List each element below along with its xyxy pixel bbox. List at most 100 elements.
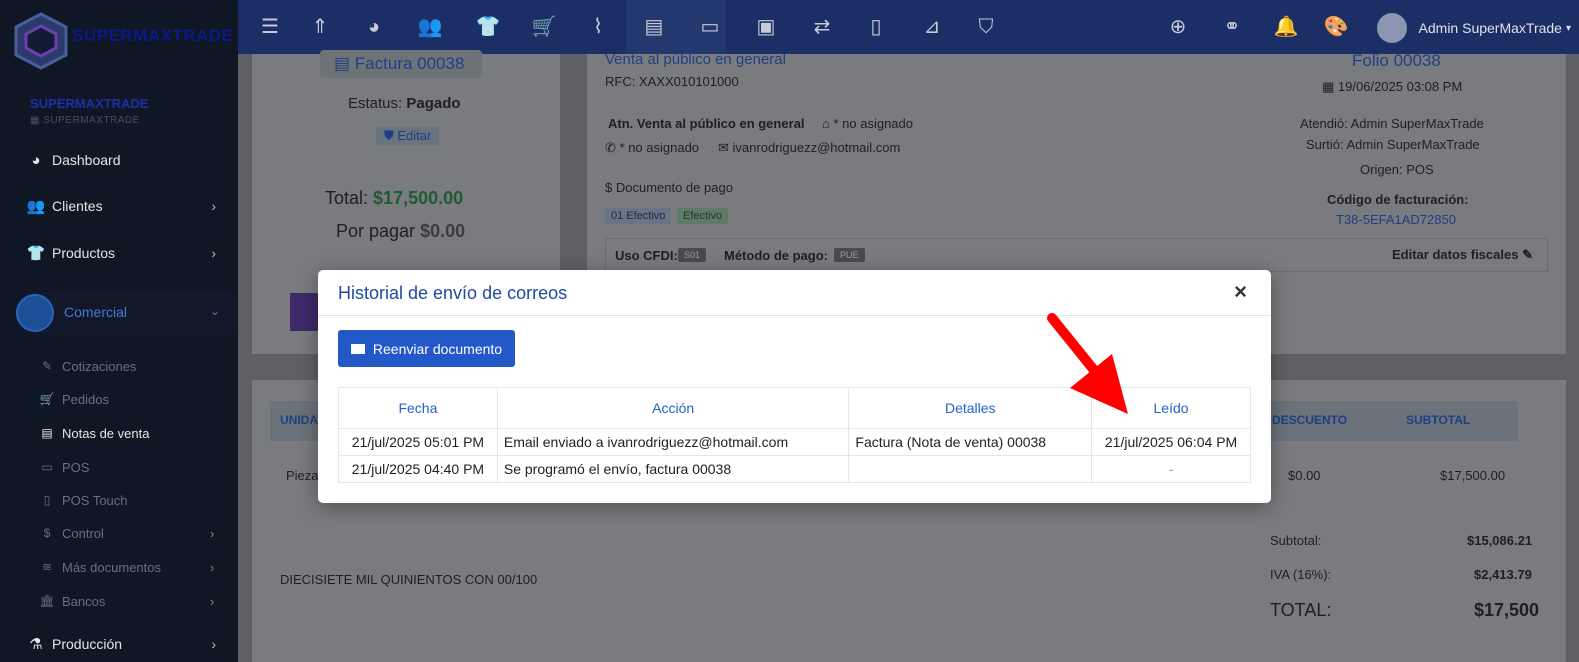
sidebar-item-label: POS Touch (62, 492, 128, 508)
bell-icon[interactable]: 🔔 (1272, 14, 1300, 40)
sidebar-item-label: Notas de venta (62, 425, 150, 441)
sidebar-subitem-pedidos[interactable]: 🛒 Pedidos (38, 386, 109, 412)
palette-icon: ◕ (31, 151, 41, 169)
billing-code[interactable]: T38-5EFA1AD72850 (1336, 212, 1456, 227)
resend-document-button[interactable]: Reenviar documento (338, 330, 515, 367)
invoice-total: Total: $17,500.00 (325, 188, 464, 208)
logo-hexagon-icon (14, 12, 68, 70)
column-fecha[interactable]: Fecha (338, 387, 498, 429)
grand-total-label: TOTAL: (1270, 600, 1332, 620)
sidebar-item-label: Productos (52, 245, 116, 261)
sidebar-subitem-mas-documentos[interactable]: ≋ Más documentos › (38, 554, 214, 580)
subtotal-label: Subtotal: (1270, 533, 1322, 548)
cell-fecha: 21/jul/2025 05:01 PM (338, 428, 498, 456)
sidebar-item-label: Producción (52, 636, 123, 652)
cell-leido: - (1091, 455, 1251, 483)
company-name: SUPERMAXTRADE (30, 96, 149, 111)
sidebar-item-label: Comercial (64, 304, 128, 320)
sidebar-item-label: Clientes (52, 198, 103, 214)
chevron-right-icon: › (211, 245, 216, 261)
layers-icon: ≋ (41, 560, 53, 574)
home-icon: ⌂ (822, 116, 830, 131)
billing-code-label: Código de facturación: (1327, 192, 1469, 207)
sidebar-item-dashboard[interactable]: ◕ Dashboard (0, 140, 238, 180)
file-invoice-icon[interactable]: ▯ (862, 14, 890, 40)
email-info: ✉ ivanrodriguezz@hotmail.com (718, 140, 901, 155)
shirt-icon: 👕 (26, 245, 46, 262)
phone-info: ✆ * no asignado (605, 140, 700, 155)
list-icon: ▤ (41, 426, 53, 440)
tablet-icon: ▯ (43, 493, 51, 507)
chart-line-icon[interactable]: ⌇ (584, 14, 612, 40)
edit-status-button[interactable]: ⛊ Editar (376, 127, 440, 145)
sidebar-subitem-control[interactable]: $ Control › (38, 520, 215, 546)
invoice-status: Estatus: Pagado (348, 95, 461, 112)
brand-logo[interactable]: SUPERMAXTRADE (0, 0, 238, 88)
shirt-icon[interactable]: 👕 (474, 14, 502, 40)
flask-icon: ⚗ (29, 636, 43, 653)
sidebar-subitem-cotizaciones[interactable]: ✎ Cotizaciones (38, 353, 136, 379)
dashboard-icon[interactable]: ◕ (360, 14, 388, 40)
plus-circle-icon[interactable]: ⊕ (1164, 14, 1192, 40)
bank-icon: 🏛 (39, 594, 55, 608)
sidebar-item-productos[interactable]: 👕 Productos › (0, 233, 238, 273)
attended-by: Atendió: Admin SuperMaxTrade (1300, 116, 1484, 131)
list-icon[interactable]: ▤ (640, 14, 668, 40)
payment-method-badge: PUE (834, 248, 865, 262)
users-icon[interactable]: 👥 (416, 14, 444, 40)
palette-icon[interactable]: 🎨 (1322, 14, 1350, 40)
sidebar-item-label: Bancos (62, 593, 106, 609)
column-discount: DESCUENTO (1272, 413, 1348, 427)
cart-plus-icon[interactable]: 🛒 (530, 14, 558, 40)
chevron-right-icon: › (210, 593, 215, 609)
sidebar-item-produccion[interactable]: ⚗ Producción › (0, 624, 238, 662)
exchange-icon[interactable]: ⇄ (808, 14, 836, 40)
cell-accion: Email enviado a ivanrodriguezz@hotmail.c… (496, 428, 850, 456)
customer-name[interactable]: Venta al público en general (605, 51, 786, 68)
chevron-right-icon: › (211, 636, 216, 652)
monitor-icon[interactable]: ▭ (696, 14, 724, 40)
phone-icon: ✆ (605, 140, 616, 155)
money-icon[interactable]: ▣ (752, 14, 780, 40)
invoice-due: Por pagar $0.00 (336, 221, 466, 241)
cfdi-label: Uso CFDI: (615, 248, 678, 263)
cell-accion: Se programó el envío, factura 00038 (496, 455, 850, 483)
payment-method-label: Método de pago: (724, 248, 828, 263)
sidebar-subitem-pos-touch[interactable]: ▯ POS Touch (38, 487, 128, 513)
sidebar-item-clientes[interactable]: 👥 Clientes › (0, 186, 238, 226)
payment-code-badge: 01 Efectivo (605, 208, 672, 224)
shield-icon[interactable]: ⛉ (972, 14, 1000, 40)
row-discount: $0.00 (1288, 468, 1321, 483)
sidebar-subitem-bancos[interactable]: 🏛 Bancos › (38, 588, 214, 614)
company-sub: ▦ SUPERMAXTRADE (30, 115, 140, 126)
edit-fiscal-button[interactable]: Editar datos fiscales ✎ (1392, 247, 1533, 263)
avatar (1376, 13, 1407, 43)
column-accion[interactable]: Acción (496, 387, 850, 429)
sidebar-subitem-pos[interactable]: ▭ POS (38, 454, 89, 480)
edit-icon: ✎ (41, 359, 53, 373)
handshake-icon[interactable]: ⚭ (1218, 14, 1246, 40)
column-unit: UNIDA (280, 413, 318, 427)
user-menu[interactable]: Admin SuperMaxTrade ▾ (1376, 13, 1571, 43)
sidebar-item-label: Control (62, 525, 104, 541)
dolly-icon[interactable]: ⊿ (918, 14, 946, 40)
origin: Origen: POS (1360, 162, 1434, 177)
close-icon[interactable]: × (1234, 279, 1247, 305)
payment-document: $ Documento de pago (605, 180, 733, 195)
sidebar-item-comercial[interactable]: Comercial ⌄ (14, 292, 238, 334)
action-button-partial[interactable] (290, 293, 318, 331)
envelope-icon: ✉ (718, 140, 729, 155)
logo-text: SUPERMAXTRADE (72, 26, 234, 45)
top-navbar: ☰ ⇑ ◕ 👥 👕 🛒 ⌇ ▤ ▭ ▣ ⇄ ▯ ⊿ ⛉ ⊕ ⚭ 🔔 🎨 Admi… (238, 0, 1579, 54)
folio-number: Folio 00038 (1352, 51, 1441, 70)
user-name: Admin SuperMaxTrade (1418, 20, 1562, 36)
invoice-summary-card (252, 54, 560, 276)
menu-icon[interactable]: ☰ (256, 14, 284, 40)
sidebar-subitem-notas-de-venta[interactable]: ▤ Notas de venta (38, 420, 149, 446)
sidebar: SUPERMAXTRADE SUPERMAXTRADE ▦ SUPERMAXTR… (0, 0, 238, 662)
cell-detalles (848, 455, 1093, 483)
iva-label: IVA (16%): (1270, 567, 1332, 582)
rocket-icon[interactable]: ⇑ (306, 14, 334, 40)
sidebar-item-label: Cotizaciones (62, 358, 137, 374)
chevron-right-icon: › (210, 559, 215, 575)
